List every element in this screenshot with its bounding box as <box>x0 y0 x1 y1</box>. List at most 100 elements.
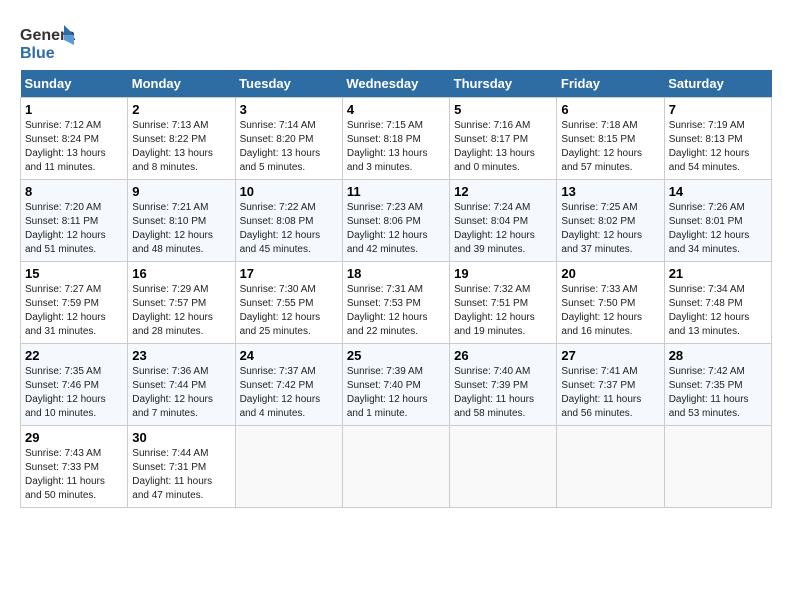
day-info: Sunrise: 7:14 AMSunset: 8:20 PMDaylight:… <box>240 119 338 175</box>
day-number: 12 <box>454 184 552 199</box>
week-row-5: 29 Sunrise: 7:43 AMSunset: 7:33 PMDaylig… <box>21 426 772 508</box>
day-info: Sunrise: 7:21 AMSunset: 8:10 PMDaylight:… <box>132 201 230 257</box>
day-info: Sunrise: 7:40 AMSunset: 7:39 PMDaylight:… <box>454 365 552 421</box>
day-number: 18 <box>347 266 445 281</box>
day-number: 20 <box>561 266 659 281</box>
calendar-cell: 19 Sunrise: 7:32 AMSunset: 7:51 PMDaylig… <box>450 262 557 344</box>
day-number: 5 <box>454 102 552 117</box>
day-number: 29 <box>25 430 123 445</box>
col-header-saturday: Saturday <box>664 70 771 98</box>
day-info: Sunrise: 7:34 AMSunset: 7:48 PMDaylight:… <box>669 283 767 339</box>
col-header-monday: Monday <box>128 70 235 98</box>
day-info: Sunrise: 7:24 AMSunset: 8:04 PMDaylight:… <box>454 201 552 257</box>
day-number: 14 <box>669 184 767 199</box>
week-row-1: 1 Sunrise: 7:12 AMSunset: 8:24 PMDayligh… <box>21 98 772 180</box>
calendar-cell <box>557 426 664 508</box>
calendar-cell: 2 Sunrise: 7:13 AMSunset: 8:22 PMDayligh… <box>128 98 235 180</box>
calendar-cell: 1 Sunrise: 7:12 AMSunset: 8:24 PMDayligh… <box>21 98 128 180</box>
day-info: Sunrise: 7:36 AMSunset: 7:44 PMDaylight:… <box>132 365 230 421</box>
calendar-cell: 14 Sunrise: 7:26 AMSunset: 8:01 PMDaylig… <box>664 180 771 262</box>
day-info: Sunrise: 7:13 AMSunset: 8:22 PMDaylight:… <box>132 119 230 175</box>
day-number: 8 <box>25 184 123 199</box>
day-number: 28 <box>669 348 767 363</box>
calendar-cell <box>450 426 557 508</box>
day-info: Sunrise: 7:42 AMSunset: 7:35 PMDaylight:… <box>669 365 767 421</box>
day-number: 30 <box>132 430 230 445</box>
day-number: 25 <box>347 348 445 363</box>
calendar-cell: 8 Sunrise: 7:20 AMSunset: 8:11 PMDayligh… <box>21 180 128 262</box>
calendar-cell <box>235 426 342 508</box>
day-number: 1 <box>25 102 123 117</box>
day-info: Sunrise: 7:25 AMSunset: 8:02 PMDaylight:… <box>561 201 659 257</box>
day-number: 9 <box>132 184 230 199</box>
day-number: 23 <box>132 348 230 363</box>
day-info: Sunrise: 7:43 AMSunset: 7:33 PMDaylight:… <box>25 447 123 503</box>
day-number: 2 <box>132 102 230 117</box>
week-row-4: 22 Sunrise: 7:35 AMSunset: 7:46 PMDaylig… <box>21 344 772 426</box>
day-number: 26 <box>454 348 552 363</box>
day-number: 22 <box>25 348 123 363</box>
day-info: Sunrise: 7:33 AMSunset: 7:50 PMDaylight:… <box>561 283 659 339</box>
col-header-thursday: Thursday <box>450 70 557 98</box>
calendar-cell: 28 Sunrise: 7:42 AMSunset: 7:35 PMDaylig… <box>664 344 771 426</box>
day-info: Sunrise: 7:32 AMSunset: 7:51 PMDaylight:… <box>454 283 552 339</box>
calendar-cell: 27 Sunrise: 7:41 AMSunset: 7:37 PMDaylig… <box>557 344 664 426</box>
calendar-cell: 25 Sunrise: 7:39 AMSunset: 7:40 PMDaylig… <box>342 344 449 426</box>
day-number: 4 <box>347 102 445 117</box>
calendar-cell: 21 Sunrise: 7:34 AMSunset: 7:48 PMDaylig… <box>664 262 771 344</box>
day-info: Sunrise: 7:41 AMSunset: 7:37 PMDaylight:… <box>561 365 659 421</box>
day-number: 11 <box>347 184 445 199</box>
day-info: Sunrise: 7:23 AMSunset: 8:06 PMDaylight:… <box>347 201 445 257</box>
calendar-table: SundayMondayTuesdayWednesdayThursdayFrid… <box>20 70 772 508</box>
calendar-cell: 11 Sunrise: 7:23 AMSunset: 8:06 PMDaylig… <box>342 180 449 262</box>
calendar-cell: 9 Sunrise: 7:21 AMSunset: 8:10 PMDayligh… <box>128 180 235 262</box>
day-number: 19 <box>454 266 552 281</box>
calendar-cell: 16 Sunrise: 7:29 AMSunset: 7:57 PMDaylig… <box>128 262 235 344</box>
day-info: Sunrise: 7:12 AMSunset: 8:24 PMDaylight:… <box>25 119 123 175</box>
day-info: Sunrise: 7:29 AMSunset: 7:57 PMDaylight:… <box>132 283 230 339</box>
calendar-cell: 6 Sunrise: 7:18 AMSunset: 8:15 PMDayligh… <box>557 98 664 180</box>
day-info: Sunrise: 7:27 AMSunset: 7:59 PMDaylight:… <box>25 283 123 339</box>
calendar-cell: 15 Sunrise: 7:27 AMSunset: 7:59 PMDaylig… <box>21 262 128 344</box>
day-info: Sunrise: 7:18 AMSunset: 8:15 PMDaylight:… <box>561 119 659 175</box>
day-info: Sunrise: 7:44 AMSunset: 7:31 PMDaylight:… <box>132 447 230 503</box>
day-info: Sunrise: 7:20 AMSunset: 8:11 PMDaylight:… <box>25 201 123 257</box>
day-number: 16 <box>132 266 230 281</box>
calendar-cell: 5 Sunrise: 7:16 AMSunset: 8:17 PMDayligh… <box>450 98 557 180</box>
day-info: Sunrise: 7:35 AMSunset: 7:46 PMDaylight:… <box>25 365 123 421</box>
day-number: 7 <box>669 102 767 117</box>
col-header-friday: Friday <box>557 70 664 98</box>
calendar-cell: 26 Sunrise: 7:40 AMSunset: 7:39 PMDaylig… <box>450 344 557 426</box>
week-row-2: 8 Sunrise: 7:20 AMSunset: 8:11 PMDayligh… <box>21 180 772 262</box>
calendar-cell: 12 Sunrise: 7:24 AMSunset: 8:04 PMDaylig… <box>450 180 557 262</box>
day-info: Sunrise: 7:19 AMSunset: 8:13 PMDaylight:… <box>669 119 767 175</box>
calendar-cell: 24 Sunrise: 7:37 AMSunset: 7:42 PMDaylig… <box>235 344 342 426</box>
calendar-cell: 18 Sunrise: 7:31 AMSunset: 7:53 PMDaylig… <box>342 262 449 344</box>
day-info: Sunrise: 7:16 AMSunset: 8:17 PMDaylight:… <box>454 119 552 175</box>
week-row-3: 15 Sunrise: 7:27 AMSunset: 7:59 PMDaylig… <box>21 262 772 344</box>
col-header-wednesday: Wednesday <box>342 70 449 98</box>
day-number: 21 <box>669 266 767 281</box>
day-number: 24 <box>240 348 338 363</box>
day-number: 15 <box>25 266 123 281</box>
calendar-cell: 7 Sunrise: 7:19 AMSunset: 8:13 PMDayligh… <box>664 98 771 180</box>
logo-icon: General Blue <box>20 20 70 60</box>
calendar-cell <box>342 426 449 508</box>
calendar-cell <box>664 426 771 508</box>
calendar-cell: 4 Sunrise: 7:15 AMSunset: 8:18 PMDayligh… <box>342 98 449 180</box>
calendar-cell: 29 Sunrise: 7:43 AMSunset: 7:33 PMDaylig… <box>21 426 128 508</box>
day-number: 27 <box>561 348 659 363</box>
day-number: 6 <box>561 102 659 117</box>
day-info: Sunrise: 7:31 AMSunset: 7:53 PMDaylight:… <box>347 283 445 339</box>
day-info: Sunrise: 7:22 AMSunset: 8:08 PMDaylight:… <box>240 201 338 257</box>
day-info: Sunrise: 7:15 AMSunset: 8:18 PMDaylight:… <box>347 119 445 175</box>
day-info: Sunrise: 7:26 AMSunset: 8:01 PMDaylight:… <box>669 201 767 257</box>
calendar-cell: 20 Sunrise: 7:33 AMSunset: 7:50 PMDaylig… <box>557 262 664 344</box>
col-header-tuesday: Tuesday <box>235 70 342 98</box>
calendar-cell: 17 Sunrise: 7:30 AMSunset: 7:55 PMDaylig… <box>235 262 342 344</box>
calendar-cell: 22 Sunrise: 7:35 AMSunset: 7:46 PMDaylig… <box>21 344 128 426</box>
calendar-cell: 3 Sunrise: 7:14 AMSunset: 8:20 PMDayligh… <box>235 98 342 180</box>
day-info: Sunrise: 7:37 AMSunset: 7:42 PMDaylight:… <box>240 365 338 421</box>
day-number: 17 <box>240 266 338 281</box>
day-number: 13 <box>561 184 659 199</box>
